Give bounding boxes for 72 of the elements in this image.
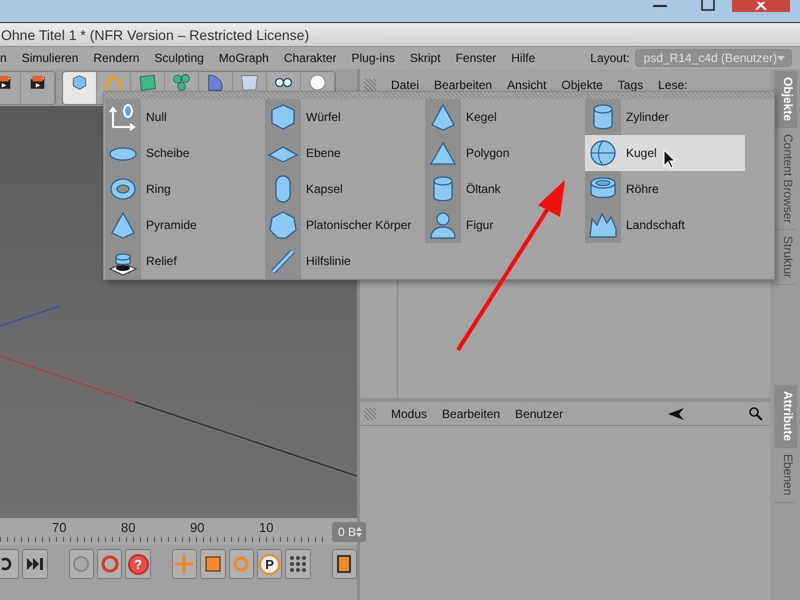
menu-item[interactable]: Scheibe	[105, 135, 265, 171]
menu-item[interactable]: Pyramide	[105, 207, 265, 243]
menu-item[interactable]: Objekte	[561, 78, 603, 92]
frame-field[interactable]: 0 B	[332, 522, 366, 542]
spline-icon	[105, 74, 122, 90]
menu-item[interactable]: Fenster	[456, 51, 496, 65]
menu-item[interactable]: Datei	[391, 78, 420, 92]
menu-item[interactable]: Benutzer	[515, 406, 564, 420]
frame-number: 10	[259, 520, 274, 535]
menu-item[interactable]: Relief	[105, 243, 265, 279]
menu-item[interactable]: Zylinder	[585, 99, 745, 135]
menu-item[interactable]: Bearbeiten	[442, 406, 500, 420]
timeline-button[interactable]: ?	[125, 549, 151, 579]
menu-item[interactable]: Öltank	[425, 171, 585, 207]
points-icon	[288, 554, 308, 574]
menu-item[interactable]: Ansicht	[507, 78, 546, 92]
caret-icon	[777, 56, 786, 60]
minimize-icon	[653, 5, 667, 7]
menu-item[interactable]: Kugel	[585, 135, 745, 171]
back-arrow-icon[interactable]	[668, 408, 684, 420]
menu-item[interactable]: Modus	[391, 406, 428, 420]
menu-item[interactable]: Röhre	[585, 171, 745, 207]
menu-item[interactable]: Plug-ins	[352, 51, 395, 65]
menu-item[interactable]: Lese:	[658, 78, 688, 92]
menu-item[interactable]: Charakter	[284, 51, 337, 65]
rotate-icon	[231, 554, 252, 574]
menu-item[interactable]: Sculpting	[154, 51, 204, 65]
window-title: Ohne Titel 1 * (NFR Version – Restricted License)	[0, 23, 800, 46]
grip-icon	[364, 408, 376, 420]
maximize-icon	[701, 0, 715, 12]
platonic-icon	[267, 209, 299, 241]
menu-item[interactable]: Kapsel	[265, 171, 425, 207]
menu-item[interactable]: Rendern	[93, 51, 140, 65]
menu-item[interactable]: Ebene	[265, 135, 425, 171]
timeline-button[interactable]	[285, 549, 311, 579]
grip-icon	[364, 78, 376, 90]
layout-label: Layout:	[590, 51, 630, 65]
scale-icon	[202, 554, 223, 574]
cube-icon	[71, 74, 88, 90]
menu-item[interactable]: Kegel	[425, 99, 585, 135]
menu-item[interactable]: Figur	[425, 207, 585, 243]
menu-item[interactable]: Simulieren	[22, 51, 78, 65]
close-button[interactable]	[732, 0, 790, 12]
frame-number: 80	[121, 520, 136, 535]
menu-item[interactable]: Hilfslinie	[265, 243, 425, 279]
timeline-button[interactable]: P	[256, 549, 282, 579]
menu-item[interactable]: MoGraph	[218, 51, 269, 65]
timeline-button[interactable]	[0, 549, 20, 579]
menu-item[interactable]: Bearbeiten	[434, 78, 492, 92]
light-icon	[309, 74, 326, 90]
timeline-button[interactable]	[22, 549, 48, 579]
record-icon	[100, 554, 120, 574]
menu-item[interactable]: Ring	[105, 171, 265, 207]
menu-item[interactable]: Platonischer Körper	[265, 207, 425, 243]
render-view-icon	[0, 74, 12, 90]
menu-item[interactable]: Skript	[410, 51, 441, 65]
menu-item[interactable]: Tags	[618, 78, 644, 92]
render-settings-icon	[29, 74, 46, 90]
menu-item[interactable]: Null	[105, 99, 265, 135]
frame-number: 70	[52, 520, 68, 535]
timeline-button[interactable]	[332, 549, 357, 579]
menu-item[interactable]: Würfel	[265, 99, 425, 135]
menu-item[interactable]: Hilfe	[511, 51, 536, 65]
frame-number: 90	[190, 520, 206, 535]
menu-item[interactable]: Polygon	[425, 135, 585, 171]
move-icon	[174, 554, 194, 574]
menu-item[interactable]: Landschaft	[585, 207, 745, 243]
search-icon[interactable]	[749, 406, 764, 420]
cursor-icon	[664, 148, 676, 169]
close-icon	[755, 2, 767, 10]
menu-item[interactable]: n	[0, 51, 7, 65]
timeline-button[interactable]	[200, 549, 226, 579]
